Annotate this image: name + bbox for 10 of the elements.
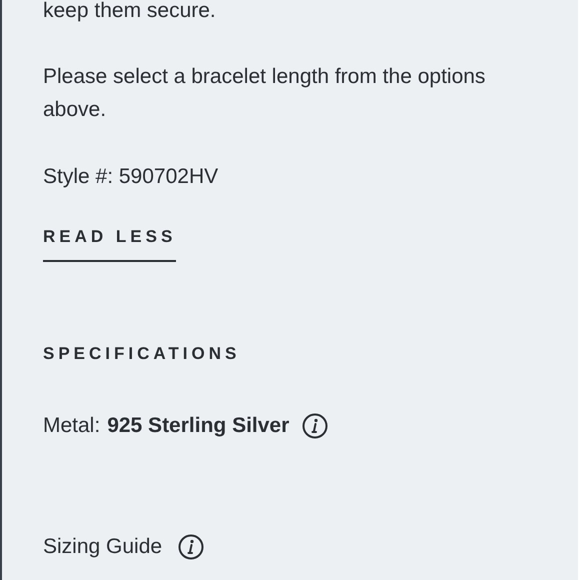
attribute-label: Metal: [43, 413, 100, 439]
specifications-heading: SPECIFICATIONS [43, 344, 242, 364]
info-icon[interactable] [178, 534, 204, 560]
description-text: keep them secure. [43, 0, 217, 24]
sizing-guide-label: Sizing Guide [43, 534, 162, 560]
style-number: Style #: 590702HV [43, 164, 220, 190]
description-text: Please select a bracelet length from the options above. [43, 64, 486, 123]
attribute-value: 925 Sterling Silver [107, 413, 290, 439]
read-less-link[interactable]: READ LESS [43, 227, 176, 262]
info-icon[interactable] [302, 412, 328, 438]
